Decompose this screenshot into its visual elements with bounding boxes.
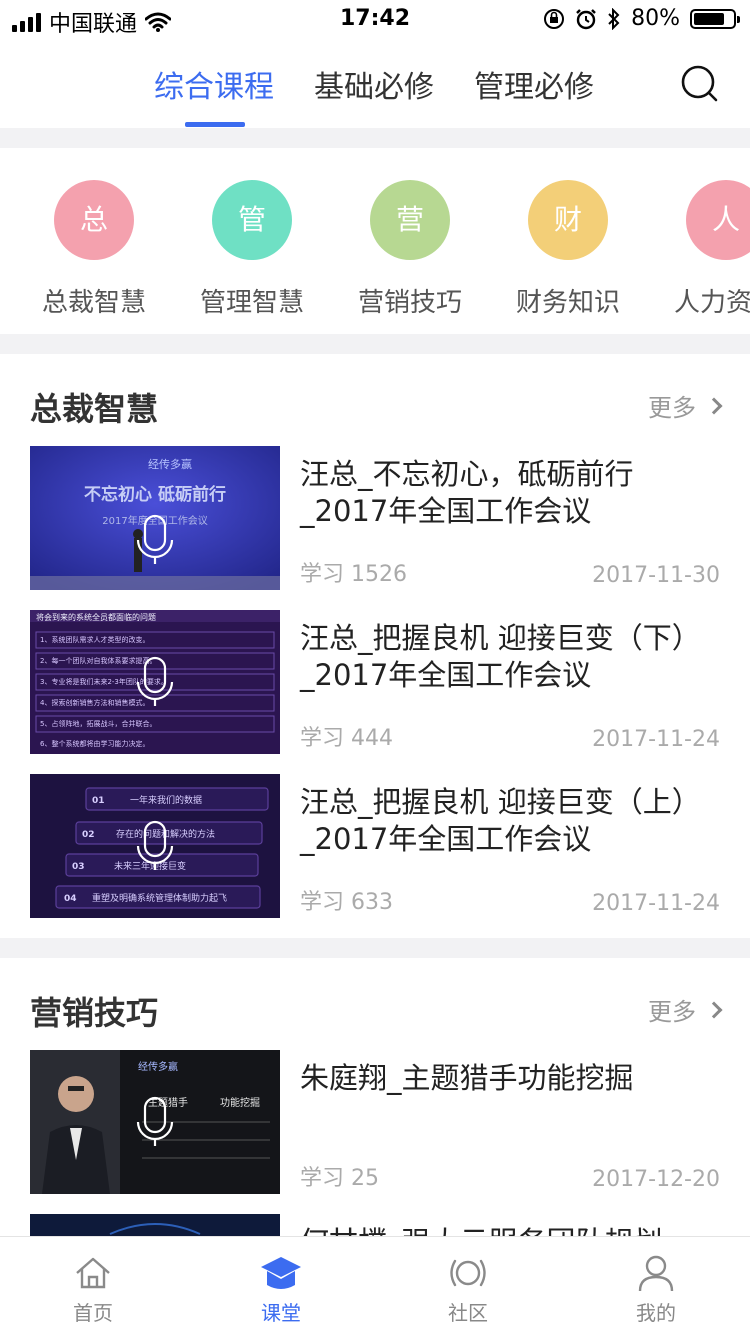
category-icon: 管 [212, 180, 292, 260]
nav-classroom[interactable]: 课堂 [221, 1253, 341, 1326]
status-bar: 中国联通 17:42 80% [0, 0, 750, 40]
bottom-nav: 首页 课堂 社区 我的 [0, 1236, 750, 1334]
course-date: 2017-12-20 [592, 1167, 720, 1192]
category-label: 人力资源 [673, 288, 750, 318]
category-label: 营销技巧 [357, 288, 462, 318]
chevron-right-icon [705, 397, 723, 414]
course-thumbnail: 01 一年来我们的数据 02 存在的问题和解决的方法 03 未来三年迎接巨变 0… [30, 774, 280, 918]
thumb-text: 6、整个系统都将由学习能力决定。 [40, 739, 149, 748]
category-label: 管理智慧 [199, 288, 304, 318]
course-item[interactable]: 经传多赢 不忘初心 砥砺前行 2017年度全国工作会议 汪总_不忘初心，砥砺前行… [0, 446, 750, 590]
more-label: 更多 [648, 998, 696, 1026]
thumb-text: 不忘初心 砥砺前行 [84, 484, 226, 505]
thumb-text: 03 [72, 862, 85, 872]
course-title: 汪总_把握良机 迎接巨变（下）_2017年全国工作会议 [300, 621, 701, 692]
category-human-resources[interactable]: 人 人力资源 [661, 180, 750, 319]
section-header: 总裁智慧 更多 [0, 354, 750, 444]
study-count: 学习 25 [300, 1166, 379, 1191]
category-label: 总裁智慧 [41, 288, 146, 318]
thumb-text: 将会到来的系统全员都面临的问题 [36, 612, 156, 622]
tab-basic-required[interactable]: 基础必修 [314, 62, 434, 106]
thumb-text: 5、占领阵地，拓展战斗，合并联合。 [40, 719, 156, 728]
graduation-cap-icon [261, 1257, 301, 1289]
course-title: 汪总_不忘初心，砥砺前行_2017年全国工作会议 [300, 457, 634, 528]
category-icon: 营 [370, 180, 450, 260]
category-management-wisdom[interactable]: 管 管理智慧 [187, 180, 317, 319]
thumb-text: 功能挖掘 [220, 1096, 260, 1109]
nav-label: 课堂 [261, 1301, 301, 1325]
bluetooth-icon [608, 7, 620, 30]
category-president-wisdom[interactable]: 总 总裁智慧 [29, 180, 159, 319]
thumb-text: 3、专业将是我们未来2-3年团队的要求。 [40, 677, 168, 686]
section-marketing-skills: 营销技巧 更多 经传多赢 主题猎手 功能挖掘 朱庭翔_主题猎手功能挖掘 学习 2… [0, 958, 750, 1236]
nav-profile[interactable]: 我的 [596, 1253, 716, 1326]
course-date: 2017-11-30 [592, 563, 720, 588]
thumb-text: 2、每一个团队对自我体系要求提高。 [40, 656, 156, 665]
more-link[interactable]: 更多 [648, 388, 723, 423]
thumb-text: 02 [82, 830, 95, 840]
course-thumbnail: 经传多赢 不忘初心 砥砺前行 2017年度全国工作会议 [30, 446, 280, 590]
thumb-text: 1、系统团队需求人才类型的改变。 [40, 635, 149, 644]
thumb-text: 01 [92, 796, 105, 806]
course-item[interactable]: 经传多赢 主题猎手 功能挖掘 朱庭翔_主题猎手功能挖掘 学习 25 2017-1… [0, 1050, 750, 1194]
tab-comprehensive[interactable]: 综合课程 [154, 62, 274, 106]
thumb-text: 重塑及明确系统管理体制助力起飞 [92, 892, 227, 904]
thumb-text: 一年来我们的数据 [130, 794, 202, 806]
study-count: 学习 633 [300, 890, 393, 915]
course-date: 2017-11-24 [592, 891, 720, 916]
category-strip: 总 总裁智慧 管 管理智慧 营 营销技巧 财 财务知识 人 人力资源 [0, 148, 750, 334]
alarm-icon [576, 8, 596, 29]
section-header: 营销技巧 更多 [0, 958, 750, 1048]
course-title: 朱庭翔_主题猎手功能挖掘 [300, 1061, 634, 1095]
course-item[interactable]: 01 一年来我们的数据 02 存在的问题和解决的方法 03 未来三年迎接巨变 0… [0, 774, 750, 918]
community-icon [450, 1259, 486, 1287]
section-title: 总裁智慧 [30, 390, 159, 428]
category-label: 财务知识 [515, 288, 620, 318]
more-link[interactable]: 更多 [648, 992, 723, 1027]
status-right: 80% [543, 6, 740, 31]
nav-community[interactable]: 社区 [408, 1253, 528, 1326]
top-tab-bar: 综合课程 基础必修 管理必修 [0, 40, 750, 128]
section-president-wisdom: 总裁智慧 更多 经传多赢 不忘初心 砥砺前行 2017年度全国工作会议 汪总_不… [0, 354, 750, 938]
home-icon [76, 1257, 110, 1289]
study-count: 学习 444 [300, 726, 393, 751]
thumb-text: 经传多赢 [148, 457, 192, 471]
battery-percent: 80% [631, 6, 680, 31]
thumb-text: 4、探索创新销售方法和销售模式。 [40, 698, 149, 707]
thumb-text: 经传多赢 [138, 1060, 178, 1073]
course-thumbnail: 将会到来的系统全员都面临的问题 1、系统团队需求人才类型的改变。 2、每一个团队… [30, 610, 280, 754]
battery-icon [690, 8, 740, 29]
tab-management-required[interactable]: 管理必修 [474, 62, 594, 106]
category-finance-knowledge[interactable]: 财 财务知识 [503, 180, 633, 319]
search-icon[interactable] [680, 64, 720, 104]
course-title: 汪总_把握良机 迎接巨变（上）_2017年全国工作会议 [300, 785, 701, 856]
course-thumbnail: 经传多赢 主题猎手 功能挖掘 [30, 1050, 280, 1194]
category-icon: 人 [686, 180, 750, 260]
nav-label: 我的 [636, 1301, 676, 1325]
active-tab-indicator [185, 122, 245, 127]
category-icon: 总 [54, 180, 134, 260]
course-item[interactable]: 将会到来的系统全员都面临的问题 1、系统团队需求人才类型的改变。 2、每一个团队… [0, 610, 750, 754]
nav-label: 首页 [73, 1301, 113, 1325]
course-item[interactable]: 何甘樸_强大云服务团队规划 [0, 1214, 750, 1236]
nav-home[interactable]: 首页 [33, 1253, 153, 1326]
profile-icon [638, 1255, 674, 1292]
rotation-lock-icon [544, 8, 565, 29]
nav-label: 社区 [448, 1301, 488, 1325]
section-title: 营销技巧 [30, 994, 159, 1032]
category-icon: 财 [528, 180, 608, 260]
course-thumbnail [30, 1214, 280, 1236]
chevron-right-icon [705, 1001, 723, 1018]
course-title: 何甘樸_强大云服务团队规划 [300, 1224, 720, 1236]
category-marketing-skills[interactable]: 营 营销技巧 [345, 180, 475, 319]
study-count: 学习 1526 [300, 562, 407, 587]
more-label: 更多 [648, 394, 696, 422]
course-date: 2017-11-24 [592, 727, 720, 752]
thumb-text: 04 [64, 894, 77, 904]
